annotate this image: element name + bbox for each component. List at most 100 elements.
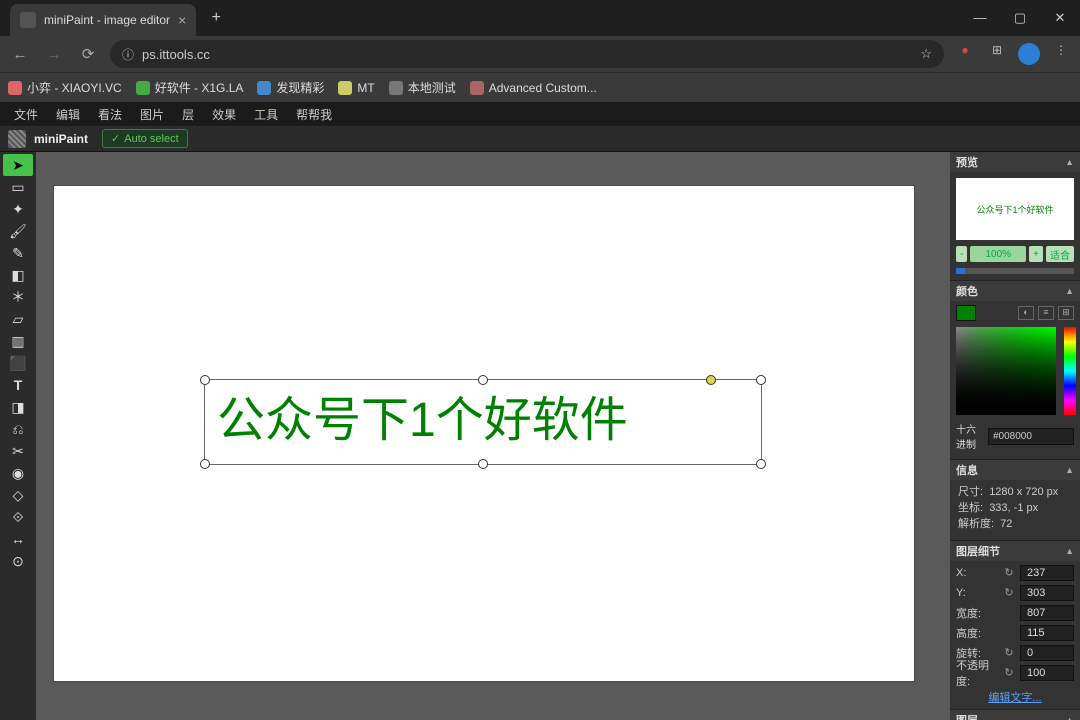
reload-button[interactable]: ⟳ — [76, 45, 100, 63]
zoom-level[interactable]: 100% — [970, 246, 1026, 262]
opacity-input[interactable]: 100 — [1020, 665, 1074, 681]
minipaint-app: 文件 编辑 看法 图片 层 效果 工具 帮帮我 miniPaint ✓ Auto… — [0, 102, 1080, 720]
text-layer-selection[interactable]: 公众号下1个好软件 — [204, 379, 762, 465]
color-panel: 颜色▲ ◐ ≡ ⊞ 十六进制 #008000 — [950, 281, 1080, 460]
menu-effects[interactable]: 效果 — [212, 106, 236, 123]
image-tool[interactable]: ▥ — [3, 330, 33, 352]
browser-menu-icon[interactable]: ⋮ — [1050, 43, 1072, 65]
reset-icon[interactable]: ↻ — [1002, 666, 1016, 680]
hue-slider[interactable] — [1064, 327, 1076, 415]
browser-tab[interactable]: miniPaint - image editor × — [10, 4, 196, 36]
canvas[interactable]: 公众号下1个好软件 — [54, 186, 914, 681]
select-tool[interactable]: ➤ — [3, 154, 33, 176]
gradient-tool[interactable]: ◨ — [3, 396, 33, 418]
site-info-icon[interactable]: ⓘ — [122, 46, 134, 63]
maximize-button[interactable]: ▢ — [1000, 2, 1040, 34]
address-bar: ← → ⟳ ⓘ ps.ittools.cc ☆ ● ⊞ ⋮ — [0, 36, 1080, 72]
panel-header-info[interactable]: 信息▲ — [950, 460, 1080, 480]
bookmark-item[interactable]: 小弈 - XIAOYI.VC — [8, 79, 122, 96]
pencil-tool[interactable]: ✎ — [3, 242, 33, 264]
resize-handle-n[interactable] — [478, 375, 488, 385]
zoom-in-button[interactable]: + — [1029, 246, 1043, 262]
minimize-button[interactable]: — — [960, 2, 1000, 34]
color-gradient-picker[interactable] — [956, 327, 1056, 415]
extension-icon[interactable]: ● — [954, 43, 976, 65]
rotate-input[interactable]: 0 — [1020, 645, 1074, 661]
marquee-tool[interactable]: ▭ — [3, 176, 33, 198]
hex-label: 十六进制 — [956, 421, 984, 451]
bookmark-item[interactable]: 本地测试 — [389, 79, 456, 96]
menu-file[interactable]: 文件 — [14, 106, 38, 123]
hex-input[interactable]: #008000 — [988, 428, 1074, 445]
bookmark-star-icon[interactable]: ☆ — [920, 46, 932, 62]
magic-wand-tool[interactable]: ✦ — [3, 198, 33, 220]
auto-select-toggle[interactable]: ✓ Auto select — [102, 129, 188, 148]
layer-details-panel: 图层细节▲ X:↻237 Y:↻303 宽度:807 高度:115 旋转:↻0 … — [950, 541, 1080, 710]
shape-tool[interactable]: ⬛ — [3, 352, 33, 374]
preview-panel: 预览▲ 公众号下1个好软件 - 100% + 适合 — [950, 152, 1080, 281]
reset-icon[interactable]: ↻ — [1002, 646, 1016, 660]
sharpen-tool[interactable]: ◇ — [3, 484, 33, 506]
line-tool[interactable]: ＊ — [3, 286, 33, 308]
fill-tool[interactable]: ▱ — [3, 308, 33, 330]
width-input[interactable]: 807 — [1020, 605, 1074, 621]
close-window-button[interactable]: ✕ — [1040, 2, 1080, 34]
resize-handle-s[interactable] — [478, 459, 488, 469]
menu-help[interactable]: 帮帮我 — [296, 106, 332, 123]
eraser-tool[interactable]: ◧ — [3, 264, 33, 286]
forward-button[interactable]: → — [42, 46, 66, 63]
new-tab-button[interactable]: + — [202, 4, 230, 32]
bookmark-item[interactable]: MT — [338, 81, 374, 95]
menu-view[interactable]: 看法 — [98, 106, 122, 123]
close-tab-icon[interactable]: × — [178, 12, 186, 28]
brush-tool[interactable]: 🖌 — [3, 220, 33, 242]
resize-handle-se[interactable] — [756, 459, 766, 469]
profile-avatar[interactable] — [1018, 43, 1040, 65]
reset-icon[interactable] — [1002, 626, 1016, 640]
bookmark-item[interactable]: Advanced Custom... — [470, 81, 597, 95]
menu-tools[interactable]: 工具 — [254, 106, 278, 123]
tab-title: miniPaint - image editor — [44, 13, 170, 27]
rotate-handle[interactable] — [706, 375, 716, 385]
extensions-icon[interactable]: ⊞ — [986, 43, 1008, 65]
menu-image[interactable]: 图片 — [140, 106, 164, 123]
height-input[interactable]: 115 — [1020, 625, 1074, 641]
clone-tool[interactable]: ⎌ — [3, 418, 33, 440]
resize-handle-nw[interactable] — [200, 375, 210, 385]
color-swatches-icon[interactable]: ⊞ — [1058, 306, 1074, 320]
text-tool[interactable]: T — [3, 374, 33, 396]
y-input[interactable]: 303 — [1020, 585, 1074, 601]
zoom-out-button[interactable]: - — [956, 246, 967, 262]
bookmark-item[interactable]: 发现精彩 — [257, 79, 324, 96]
preview-canvas[interactable]: 公众号下1个好软件 — [956, 178, 1074, 240]
zoom-tool[interactable]: ↔ — [3, 528, 33, 550]
reset-icon[interactable]: ↻ — [1002, 586, 1016, 600]
resize-handle-ne[interactable] — [756, 375, 766, 385]
zoom-fit-button[interactable]: 适合 — [1046, 246, 1074, 262]
resize-handle-sw[interactable] — [200, 459, 210, 469]
reset-icon[interactable] — [1002, 606, 1016, 620]
collapse-icon: ▲ — [1065, 157, 1074, 167]
canvas-viewport[interactable]: 公众号下1个好软件 — [36, 152, 950, 720]
color-swatch[interactable] — [956, 305, 976, 321]
url-box[interactable]: ⓘ ps.ittools.cc ☆ — [110, 40, 944, 68]
reset-icon[interactable]: ↻ — [1002, 566, 1016, 580]
bookmark-item[interactable]: 好软件 - X1G.LA — [136, 79, 244, 96]
panel-header-color[interactable]: 颜色▲ — [950, 281, 1080, 301]
bookmarks-bar: 小弈 - XIAOYI.VC 好软件 - X1G.LA 发现精彩 MT 本地测试… — [0, 72, 1080, 102]
animation-tool[interactable]: ⊙ — [3, 550, 33, 572]
panel-header-layers[interactable]: 图层▲ — [950, 710, 1080, 720]
panel-header-details[interactable]: 图层细节▲ — [950, 541, 1080, 561]
browser-titlebar: miniPaint - image editor × + — ▢ ✕ — [0, 0, 1080, 36]
smudge-tool[interactable]: ⟐ — [3, 506, 33, 528]
color-sliders-icon[interactable]: ≡ — [1038, 306, 1054, 320]
zoom-slider[interactable] — [956, 268, 1074, 274]
panel-header-preview[interactable]: 预览▲ — [950, 152, 1080, 172]
blur-tool[interactable]: ◉ — [3, 462, 33, 484]
back-button[interactable]: ← — [8, 46, 32, 63]
color-picker-icon[interactable]: ◐ — [1018, 306, 1034, 320]
x-input[interactable]: 237 — [1020, 565, 1074, 581]
crop-tool[interactable]: ✂ — [3, 440, 33, 462]
menu-edit[interactable]: 编辑 — [56, 106, 80, 123]
menu-layer[interactable]: 层 — [182, 106, 194, 123]
